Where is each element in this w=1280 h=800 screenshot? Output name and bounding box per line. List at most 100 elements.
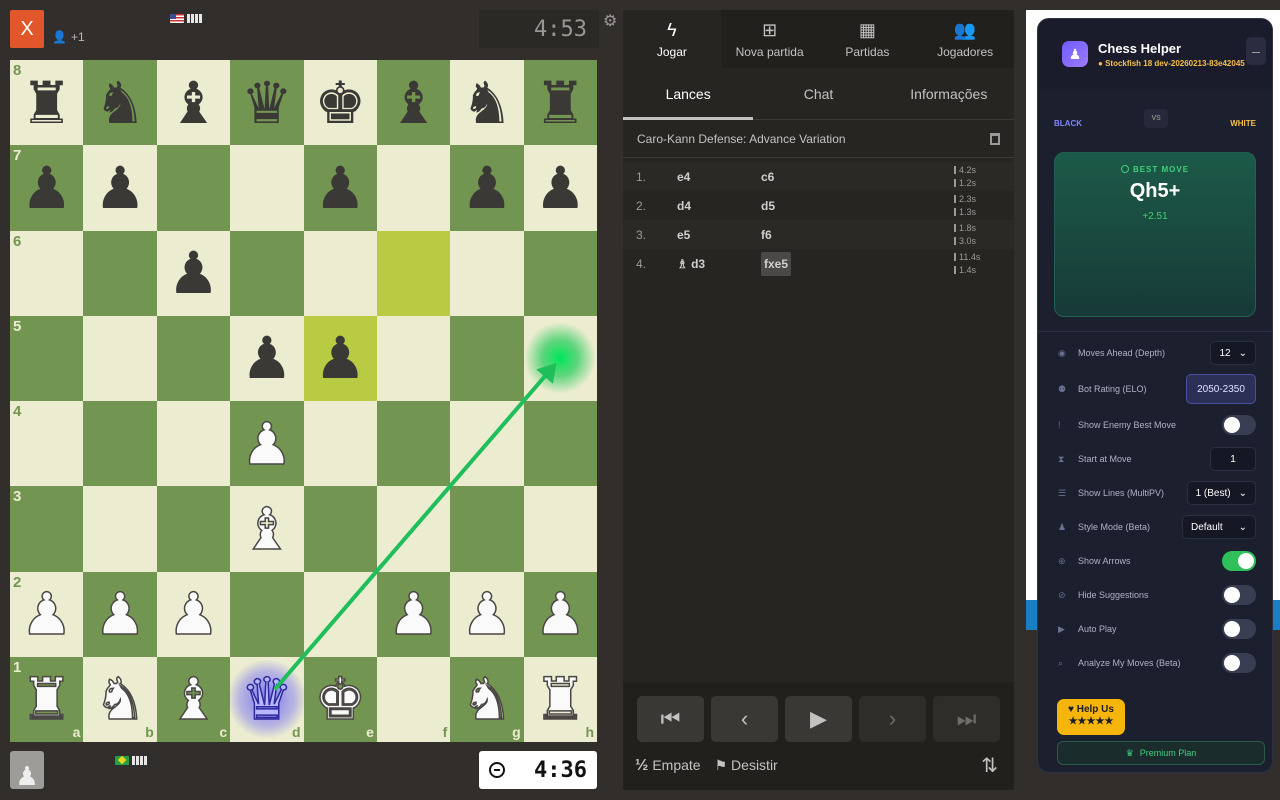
- arrows-toggle[interactable]: [1222, 551, 1256, 571]
- square-b6[interactable]: [83, 230, 157, 316]
- square-h3[interactable]: [523, 486, 597, 572]
- square-c7[interactable]: [156, 145, 231, 231]
- subtab-chat[interactable]: Chat: [753, 68, 883, 119]
- square-a3[interactable]: 3: [10, 486, 84, 572]
- square-g7[interactable]: ♟: [450, 145, 524, 231]
- square-d5[interactable]: ♟: [230, 315, 304, 401]
- player-avatar[interactable]: ♟: [10, 751, 44, 789]
- analyze-toggle[interactable]: [1222, 653, 1256, 673]
- flip-board-icon[interactable]: ⇅: [981, 753, 998, 778]
- enemy-move-toggle[interactable]: [1222, 415, 1256, 435]
- square-a2[interactable]: 2 ♟: [10, 571, 84, 657]
- square-e3[interactable]: [303, 486, 377, 572]
- square-c2[interactable]: ♟: [156, 571, 231, 657]
- white-pawn-icon[interactable]: ♟: [534, 584, 588, 644]
- square-b8[interactable]: ♞: [83, 60, 157, 146]
- style-select[interactable]: Default ⌄: [1182, 515, 1256, 539]
- next-move-button[interactable]: ›: [859, 696, 926, 742]
- square-g1[interactable]: g ♞: [450, 656, 524, 742]
- white-queen-icon[interactable]: ♛: [240, 670, 294, 730]
- tab-partidas[interactable]: ▦ Partidas: [819, 10, 917, 68]
- prev-move-button[interactable]: ‹: [711, 696, 778, 742]
- help-us-button[interactable]: ♥ Help Us ★★★★★: [1057, 699, 1125, 735]
- square-f2[interactable]: ♟: [376, 571, 451, 657]
- white-king-icon[interactable]: ♚: [313, 670, 367, 730]
- square-c3[interactable]: [156, 486, 231, 572]
- white-pawn-icon[interactable]: ♟: [20, 584, 74, 644]
- white-move[interactable]: d4: [663, 199, 747, 213]
- square-g4[interactable]: [450, 401, 524, 487]
- square-g6[interactable]: [450, 230, 524, 316]
- square-d4[interactable]: ♟: [230, 401, 304, 487]
- square-h7[interactable]: ♟: [523, 145, 597, 231]
- play-button[interactable]: ▶: [785, 696, 852, 742]
- square-e2[interactable]: [303, 571, 377, 657]
- tab-nova-partida[interactable]: ⊞ Nova partida: [721, 10, 819, 68]
- square-c4[interactable]: [156, 401, 231, 487]
- lines-select[interactable]: 1 (Best) ⌄: [1186, 481, 1256, 505]
- premium-plan-button[interactable]: ♛ Premium Plan: [1057, 741, 1265, 765]
- chess-board[interactable]: 8 ♜ ♞ ♝ ♛ ♚ ♝ ♞ ♜ 7 ♟ ♟ ♟ ♟ ♟ 6 ♟ 5 ♟ ♟ 4 ♟ 3 ♝ 2 ♟ ♟ ♟ ♟ ♟ ♟ 1 a ♜ b ♞ c ♝ d ♛…: [10, 60, 597, 742]
- black-move[interactable]: fxe5: [747, 251, 897, 276]
- square-h6[interactable]: [523, 230, 597, 316]
- white-pawn-icon[interactable]: ♟: [167, 584, 221, 644]
- square-g8[interactable]: ♞: [450, 60, 524, 146]
- autoplay-toggle[interactable]: [1222, 619, 1256, 639]
- white-label[interactable]: WHITE: [1230, 119, 1256, 128]
- white-bishop-icon[interactable]: ♝: [167, 670, 221, 730]
- square-h2[interactable]: ♟: [523, 571, 597, 657]
- white-knight-icon[interactable]: ♞: [93, 670, 147, 730]
- square-d8[interactable]: ♛: [230, 60, 304, 146]
- square-e8[interactable]: ♚: [303, 60, 377, 146]
- subtab-informações[interactable]: Informações: [884, 68, 1014, 119]
- white-pawn-icon[interactable]: ♟: [387, 584, 441, 644]
- white-move[interactable]: ♗ d3: [663, 257, 747, 271]
- square-e5[interactable]: ♟: [303, 315, 377, 401]
- white-pawn-icon[interactable]: ♟: [240, 414, 294, 474]
- square-b4[interactable]: [83, 401, 157, 487]
- hide-suggestions-toggle[interactable]: [1222, 585, 1256, 605]
- gear-icon[interactable]: ⚙: [603, 11, 617, 31]
- square-c8[interactable]: ♝: [156, 60, 231, 146]
- elo-input[interactable]: 2050-2350: [1186, 374, 1256, 404]
- square-f1[interactable]: f: [376, 656, 451, 742]
- square-a8[interactable]: 8 ♜: [10, 60, 84, 146]
- square-f6[interactable]: [376, 230, 451, 316]
- minimize-button[interactable]: –: [1246, 37, 1266, 65]
- white-knight-icon[interactable]: ♞: [460, 670, 514, 730]
- white-bishop-icon[interactable]: ♝: [240, 499, 294, 559]
- square-f3[interactable]: [376, 486, 451, 572]
- square-a1[interactable]: 1 a ♜: [10, 656, 84, 742]
- subtab-lances[interactable]: Lances: [623, 68, 754, 120]
- square-a5[interactable]: 5: [10, 315, 84, 401]
- square-b5[interactable]: [83, 315, 157, 401]
- black-move[interactable]: f6: [747, 228, 897, 242]
- square-f5[interactable]: [376, 315, 451, 401]
- square-h5[interactable]: [523, 315, 597, 401]
- trash-icon[interactable]: [990, 132, 1000, 145]
- white-rook-icon[interactable]: ♜: [534, 670, 588, 730]
- square-b7[interactable]: ♟: [83, 145, 157, 231]
- black-label[interactable]: BLACK: [1054, 119, 1082, 128]
- tab-jogar[interactable]: ϟ Jogar: [623, 10, 721, 68]
- square-b1[interactable]: b ♞: [83, 656, 157, 742]
- depth-select[interactable]: 12 ⌄: [1210, 341, 1256, 365]
- square-b3[interactable]: [83, 486, 157, 572]
- white-pawn-icon[interactable]: ♟: [93, 584, 147, 644]
- draw-button[interactable]: ½ Empate: [635, 757, 701, 775]
- resign-button[interactable]: ⚑ Desistir: [715, 757, 778, 774]
- start-move-input[interactable]: 1: [1210, 447, 1256, 471]
- square-g5[interactable]: [450, 315, 524, 401]
- white-move[interactable]: e4: [663, 170, 747, 184]
- square-b2[interactable]: ♟: [83, 571, 157, 657]
- square-e4[interactable]: [303, 401, 377, 487]
- square-f7[interactable]: [376, 145, 451, 231]
- square-a6[interactable]: 6: [10, 230, 84, 316]
- square-d3[interactable]: ♝: [230, 486, 304, 572]
- square-c6[interactable]: ♟: [156, 230, 231, 316]
- square-e7[interactable]: ♟: [303, 145, 377, 231]
- square-c1[interactable]: c ♝: [156, 656, 231, 742]
- square-a4[interactable]: 4: [10, 401, 84, 487]
- square-d1[interactable]: d ♛: [227, 656, 306, 742]
- black-move[interactable]: d5: [747, 199, 897, 213]
